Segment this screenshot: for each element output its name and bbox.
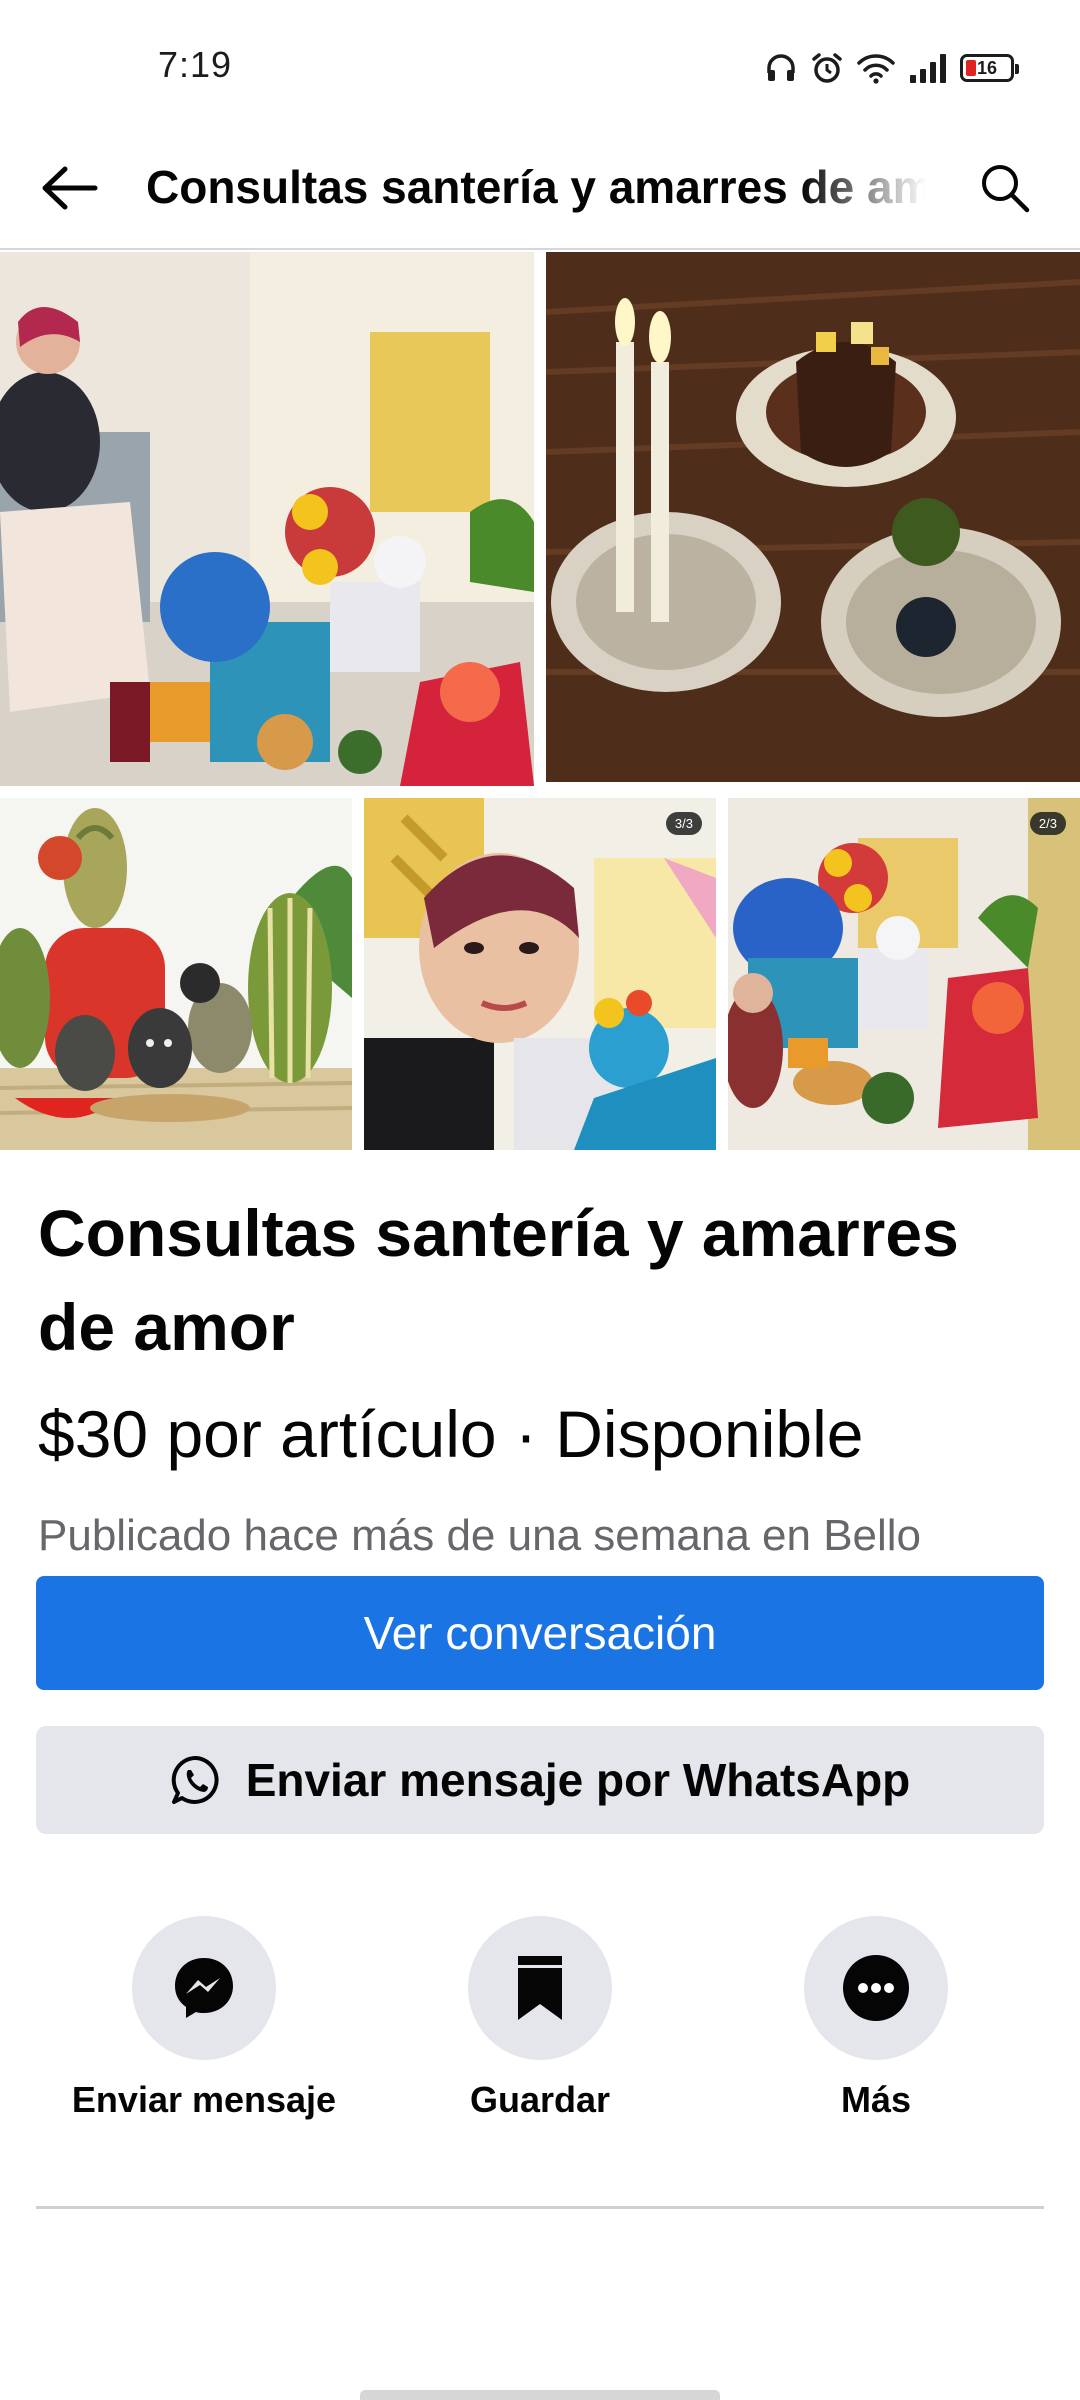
battery-level: 16 <box>976 58 998 78</box>
search-button[interactable] <box>970 156 1040 220</box>
headphones-icon <box>767 54 795 81</box>
send-message-action[interactable]: Enviar mensaje <box>54 1916 354 2124</box>
status-bar: 7:19 16 <box>0 0 1080 126</box>
listing-meta: Publicado hace más de una semana en Bell… <box>38 1511 922 1560</box>
signal-icon <box>910 54 946 83</box>
search-icon <box>982 165 1030 213</box>
more-label: Más <box>840 2079 912 2120</box>
more-icon <box>843 1955 909 2021</box>
header-title: Consultas santería y amarres de amor <box>146 161 926 213</box>
bookmark-icon <box>518 1956 562 2020</box>
save-circle[interactable] <box>468 1916 612 2060</box>
listing-photo-3[interactable] <box>0 798 352 1150</box>
whatsapp-icon <box>171 1755 219 1804</box>
back-button[interactable] <box>34 156 104 220</box>
listing-photo-1[interactable] <box>0 252 534 786</box>
listing-price: $30 por artículo · Disponible <box>38 1397 864 1471</box>
status-time: 7:19 <box>158 44 233 85</box>
arrow-left-icon <box>42 166 98 210</box>
view-conversation-label: Ver conversación <box>363 1607 717 1659</box>
more-circle[interactable] <box>804 1916 948 2060</box>
view-conversation-button[interactable]: Ver conversación <box>36 1576 1044 1690</box>
home-indicator[interactable] <box>360 2390 720 2400</box>
photo-counter: 3/3 <box>665 812 702 835</box>
listing-title: Consultas santería y amarres de amor <box>38 1196 959 1364</box>
messenger-icon <box>175 1958 233 2018</box>
wifi-icon <box>857 54 895 84</box>
more-action[interactable]: Más <box>726 1916 1026 2124</box>
whatsapp-message-label: Enviar mensaje por WhatsApp <box>245 1754 911 1806</box>
section-divider <box>36 2206 1044 2209</box>
save-label: Guardar <box>469 2079 611 2120</box>
send-message-label: Enviar mensaje <box>71 2079 337 2120</box>
send-message-circle[interactable] <box>132 1916 276 2060</box>
listing-photo-5[interactable]: 2/3 <box>728 798 1080 1150</box>
listing-photo-2[interactable] <box>546 252 1080 782</box>
save-action[interactable]: Guardar <box>390 1916 690 2124</box>
app-header: Consultas santería y amarres de amor <box>0 126 1080 250</box>
whatsapp-message-button[interactable]: Enviar mensaje por WhatsApp <box>36 1726 1044 1834</box>
alarm-icon <box>812 53 842 83</box>
listing-photo-4[interactable]: 3/3 <box>364 798 716 1150</box>
photo-counter: 2/3 <box>1029 812 1066 835</box>
status-icons: 16 <box>764 48 1019 88</box>
battery-icon: 16 <box>960 54 1019 82</box>
